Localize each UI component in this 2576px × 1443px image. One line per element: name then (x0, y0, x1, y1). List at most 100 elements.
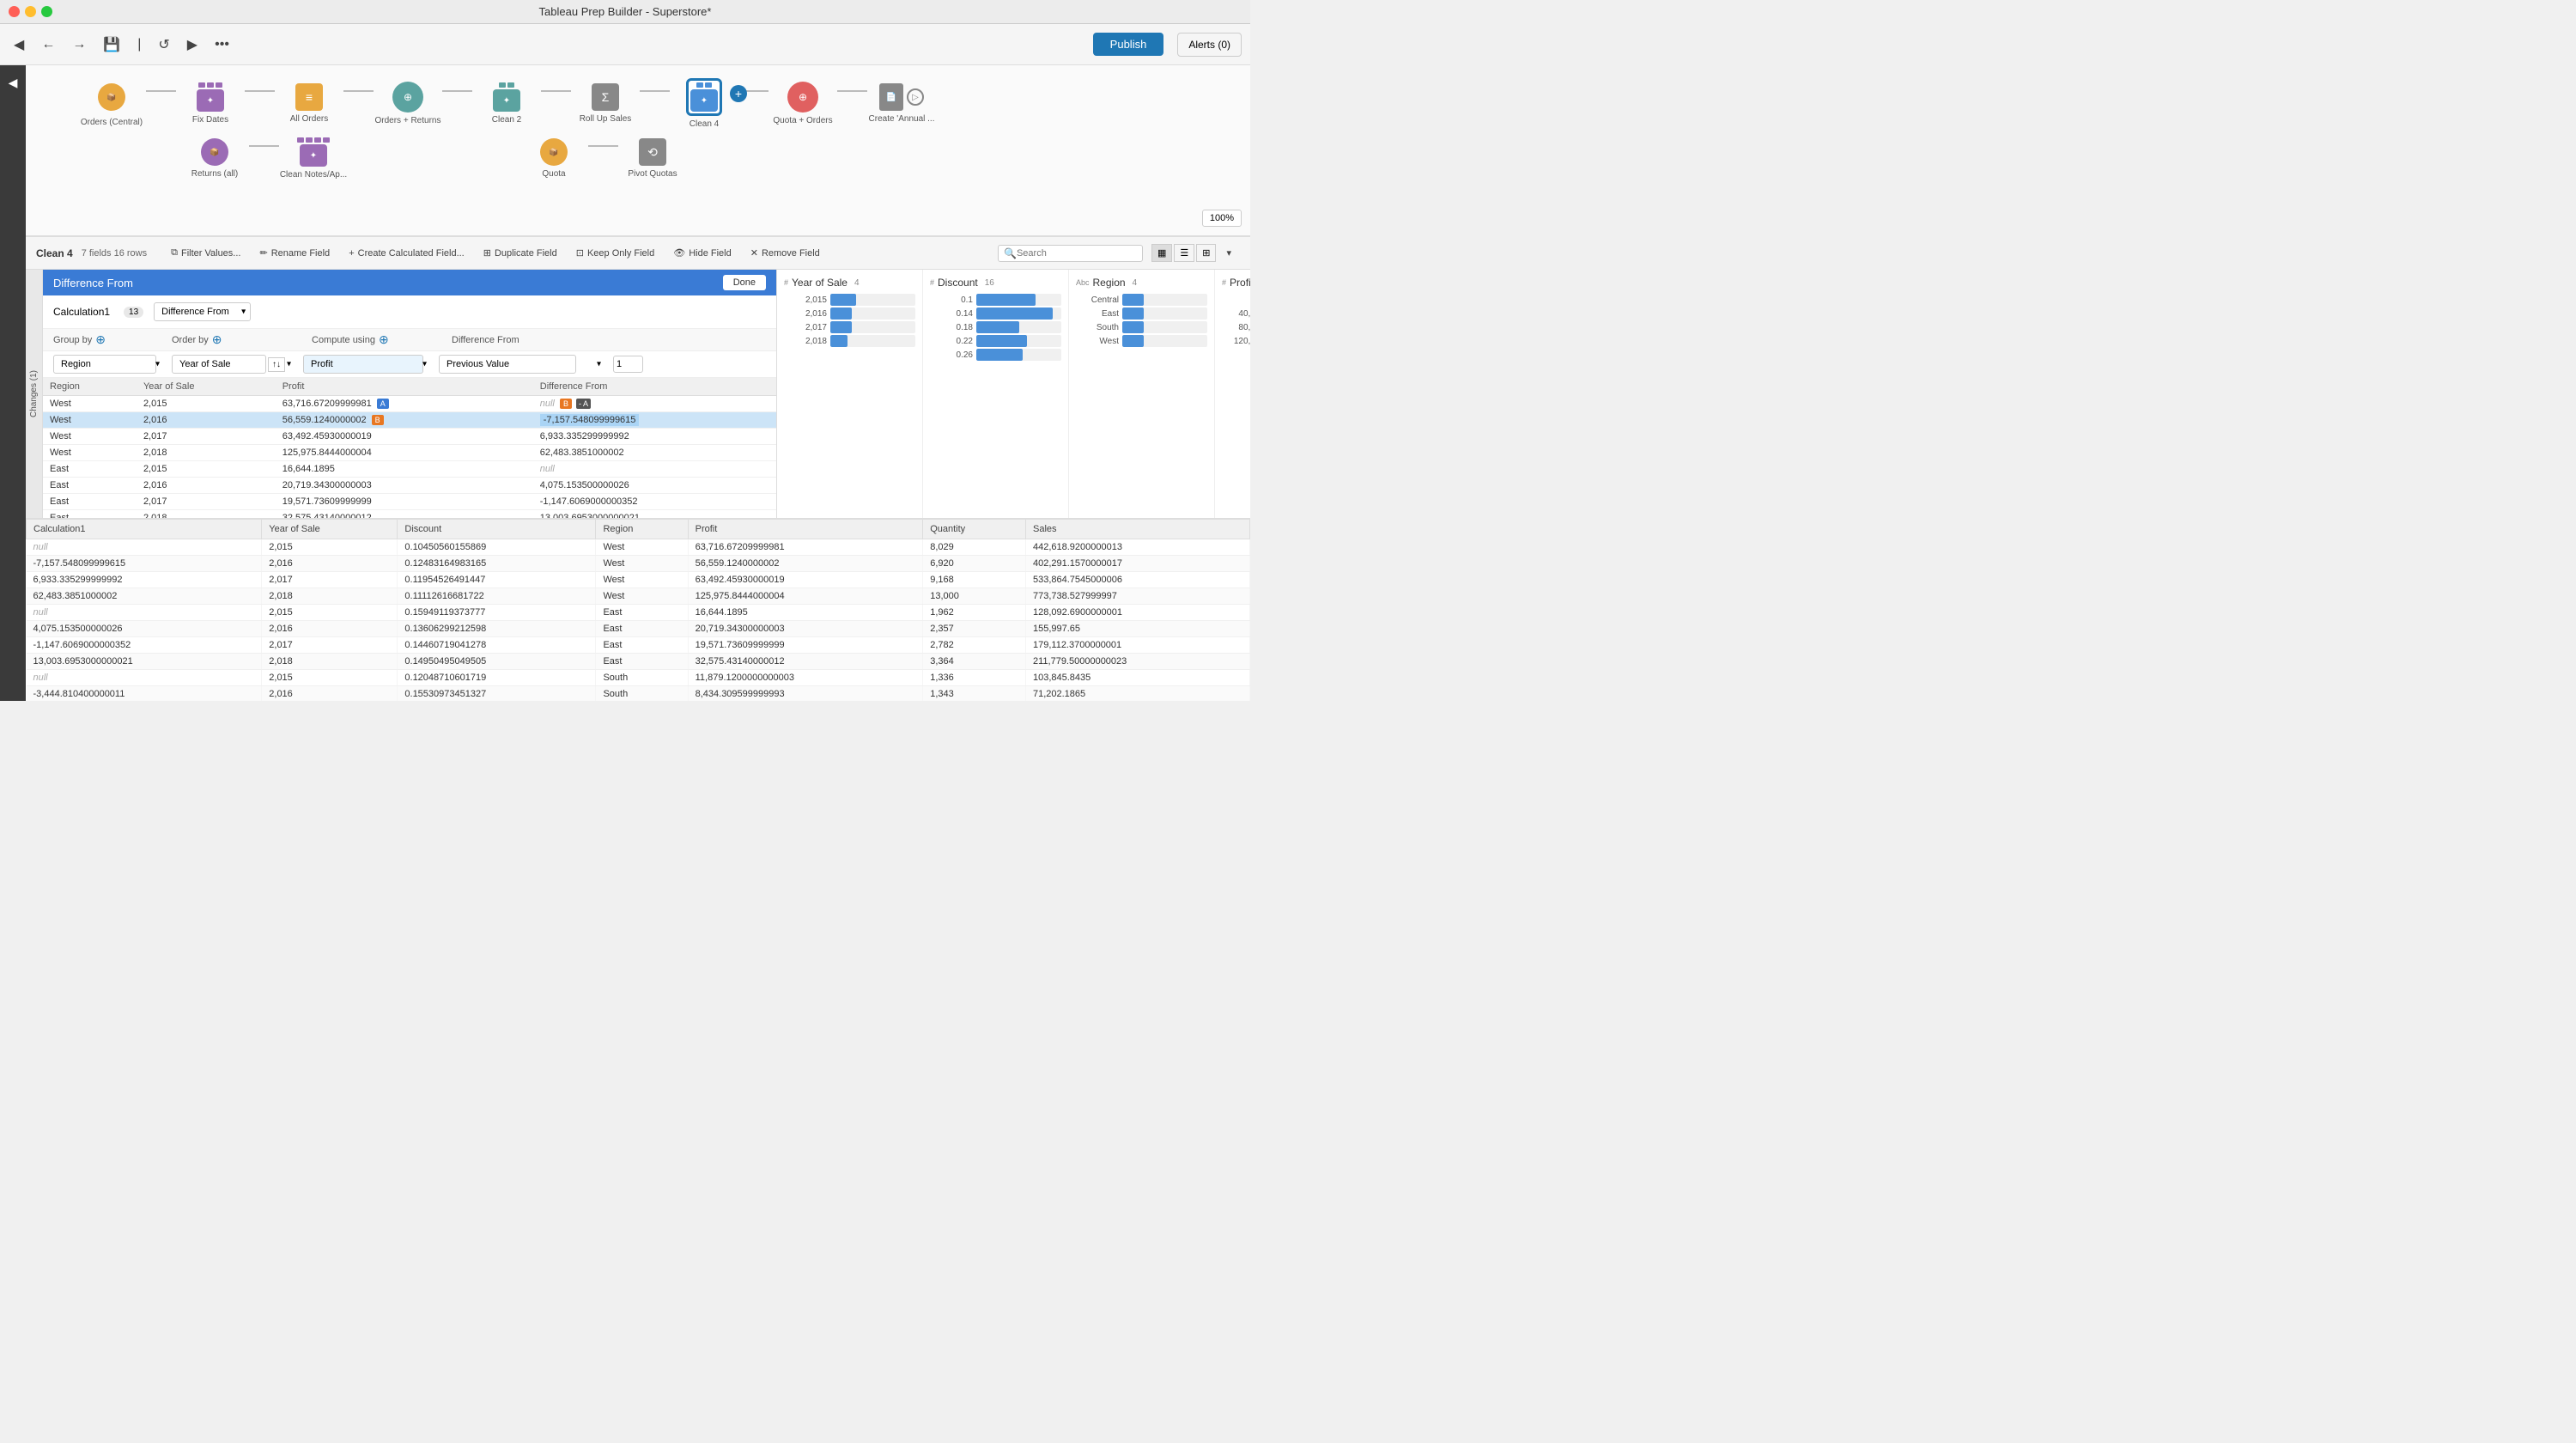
node-returns-all[interactable]: 📦 Returns (all) (180, 138, 249, 179)
node-clean-notes[interactable]: ✦ Clean Notes/Ap... (279, 137, 348, 180)
publish-button[interactable]: Publish (1093, 33, 1164, 56)
add-orderby-btn[interactable]: ⊕ (212, 332, 222, 347)
rename-field-button[interactable]: ✏ Rename Field (251, 244, 338, 262)
save-button[interactable]: 💾 (98, 33, 125, 57)
profile-bar-row: 0.14 (930, 307, 1061, 320)
profile-bars: 0 40,000 80,000 120,000 (1222, 294, 1250, 347)
sidebar-collapse-btn[interactable]: ◀ (3, 72, 23, 94)
maximize-button[interactable] (41, 6, 52, 17)
node-orders-central[interactable]: 📦 Orders (Central) (77, 80, 146, 127)
table-cell: 16,644.1895 (688, 605, 923, 621)
done-button[interactable]: Done (723, 275, 766, 290)
table-cell: 13,000 (923, 588, 1026, 605)
calc-cell-region: West (43, 396, 137, 412)
hide-field-button[interactable]: 👁 Hide Field (665, 244, 740, 262)
bar-label: 0.14 (930, 309, 973, 319)
groupby-select[interactable]: Region Year of Sale (53, 355, 156, 374)
difffrom-label: Difference From (452, 335, 519, 345)
bar-label: 2,015 (784, 295, 827, 305)
remove-field-button[interactable]: ✕ Remove Field (742, 244, 829, 262)
col-header-diff[interactable]: Difference From (533, 378, 776, 396)
calc-data-table: Region Year of Sale Profit Difference Fr… (43, 378, 776, 518)
view-list-btn[interactable]: ☰ (1174, 244, 1194, 262)
type-badge: Abc (1076, 278, 1090, 287)
hide-icon: 👁 (673, 247, 685, 259)
profile-bar-row: 0.22 (930, 335, 1061, 347)
col-header-region[interactable]: Region (43, 378, 137, 396)
node-quota[interactable]: 📦 Quota (519, 138, 588, 179)
table-cell: 179,112.3700000001 (1025, 637, 1249, 654)
col-header-quantity[interactable]: Quantity (923, 520, 1026, 539)
difffrom-select-wrapper[interactable]: Previous Value First Value Last Value (439, 355, 606, 374)
add-after-clean4[interactable]: + (730, 85, 747, 102)
col-header-calculation1[interactable]: Calculation1 (27, 520, 262, 539)
calc-cell-profit: 125,975.8444000004 (276, 445, 533, 461)
node-all-orders[interactable]: ≡ All Orders (275, 83, 343, 124)
col-header-region[interactable]: Region (596, 520, 688, 539)
compute-select[interactable]: Profit Quantity Sales (303, 355, 423, 374)
add-compute-btn[interactable]: ⊕ (379, 332, 389, 347)
compute-select-wrapper[interactable]: Profit Quantity Sales (303, 355, 432, 374)
table-cell: 0.10450560155869 (398, 539, 596, 556)
bar-track (830, 294, 915, 306)
profile-bar-row: 0.26 (930, 349, 1061, 361)
table-cell: 8,029 (923, 539, 1026, 556)
node-pivot-quotas[interactable]: ⟲ Pivot Quotas (618, 138, 687, 179)
calc-type-select-wrapper[interactable]: Difference From Running Total Rank (154, 302, 251, 321)
node-orders-returns[interactable]: ⊕ Orders + Returns (374, 82, 442, 125)
forward-button[interactable]: → (67, 33, 91, 56)
node-quota-orders[interactable]: ⊕ Quota + Orders (769, 82, 837, 125)
node-quota-orders-label: Quota + Orders (773, 116, 832, 125)
search-input[interactable] (1017, 248, 1137, 259)
node-clean2[interactable]: ✦ Clean 2 (472, 82, 541, 125)
alerts-button[interactable]: Alerts (0) (1177, 33, 1242, 57)
difffrom-num-input[interactable] (613, 356, 643, 373)
run-button[interactable]: ▶ (182, 33, 203, 57)
bar-fill (830, 321, 852, 333)
view-table-btn[interactable]: ⊞ (1196, 244, 1216, 262)
view-cards-btn[interactable]: ▦ (1151, 244, 1172, 262)
add-groupby-btn[interactable]: ⊕ (95, 332, 106, 347)
search-box[interactable]: 🔍 (998, 245, 1143, 262)
sort-asc-btn[interactable]: ↑↓ (268, 357, 285, 372)
node-fix-dates[interactable]: ✦ Fix Dates (176, 82, 245, 125)
groupby-select-wrapper[interactable]: Region Year of Sale (53, 355, 165, 374)
calc-cell-profit: 63,716.67209999981 A (276, 396, 533, 412)
table-cell: West (596, 539, 688, 556)
node-rollup-sales[interactable]: Σ Roll Up Sales (571, 83, 640, 124)
col-count: 4 (854, 278, 860, 288)
col-header-profit[interactable]: Profit (688, 520, 923, 539)
calc-type-select[interactable]: Difference From Running Total Rank (154, 302, 251, 321)
table-row: null2,0150.12048710601719South11,879.120… (27, 670, 1250, 686)
col-header-profit[interactable]: Profit (276, 378, 533, 396)
data-area-wrapper: Calculation1Year of SaleDiscountRegionPr… (26, 519, 1250, 701)
table-cell: 8,434.309599999993 (688, 686, 923, 702)
table-cell: 56,559.1240000002 (688, 556, 923, 572)
refresh-button[interactable]: ↺ (153, 33, 174, 57)
difffrom-select[interactable]: Previous Value First Value Last Value (439, 355, 576, 374)
col-header-year[interactable]: Year of Sale (137, 378, 276, 396)
bar-label: 2,016 (784, 309, 827, 319)
col-header-yearofsale[interactable]: Year of Sale (262, 520, 398, 539)
node-create-annual[interactable]: 📄 ▷ Create 'Annual ... (867, 83, 936, 124)
sidebar-toggle[interactable]: ◀ (9, 33, 29, 57)
minimize-button[interactable] (25, 6, 36, 17)
create-calc-button[interactable]: + Create Calculated Field... (340, 245, 473, 262)
bar-label: 2,018 (784, 337, 827, 346)
more-button[interactable]: ••• (210, 33, 234, 56)
table-cell: East (596, 621, 688, 637)
orderby-select[interactable]: Year of Sale Region (172, 355, 266, 374)
profile-bar-row: 2,018 (784, 335, 915, 347)
filter-values-button[interactable]: ⧉ Filter Values... (162, 244, 249, 262)
table-row: null2,0150.15949119373777East16,644.1895… (27, 605, 1250, 621)
col-header-sales[interactable]: Sales (1025, 520, 1249, 539)
node-clean4[interactable]: ✦ + Clean 4 (670, 78, 738, 129)
keep-only-button[interactable]: ⊡ Keep Only Field (568, 244, 663, 262)
duplicate-field-button[interactable]: ⊞ Duplicate Field (475, 244, 566, 262)
back-button[interactable]: ← (36, 33, 60, 56)
orderby-select-wrapper[interactable]: Year of Sale Region ↑↓ (172, 355, 296, 374)
more-options-btn[interactable]: ▾ (1218, 244, 1240, 262)
col-header-discount[interactable]: Discount (398, 520, 596, 539)
close-button[interactable] (9, 6, 20, 17)
table-cell: 2,017 (262, 637, 398, 654)
